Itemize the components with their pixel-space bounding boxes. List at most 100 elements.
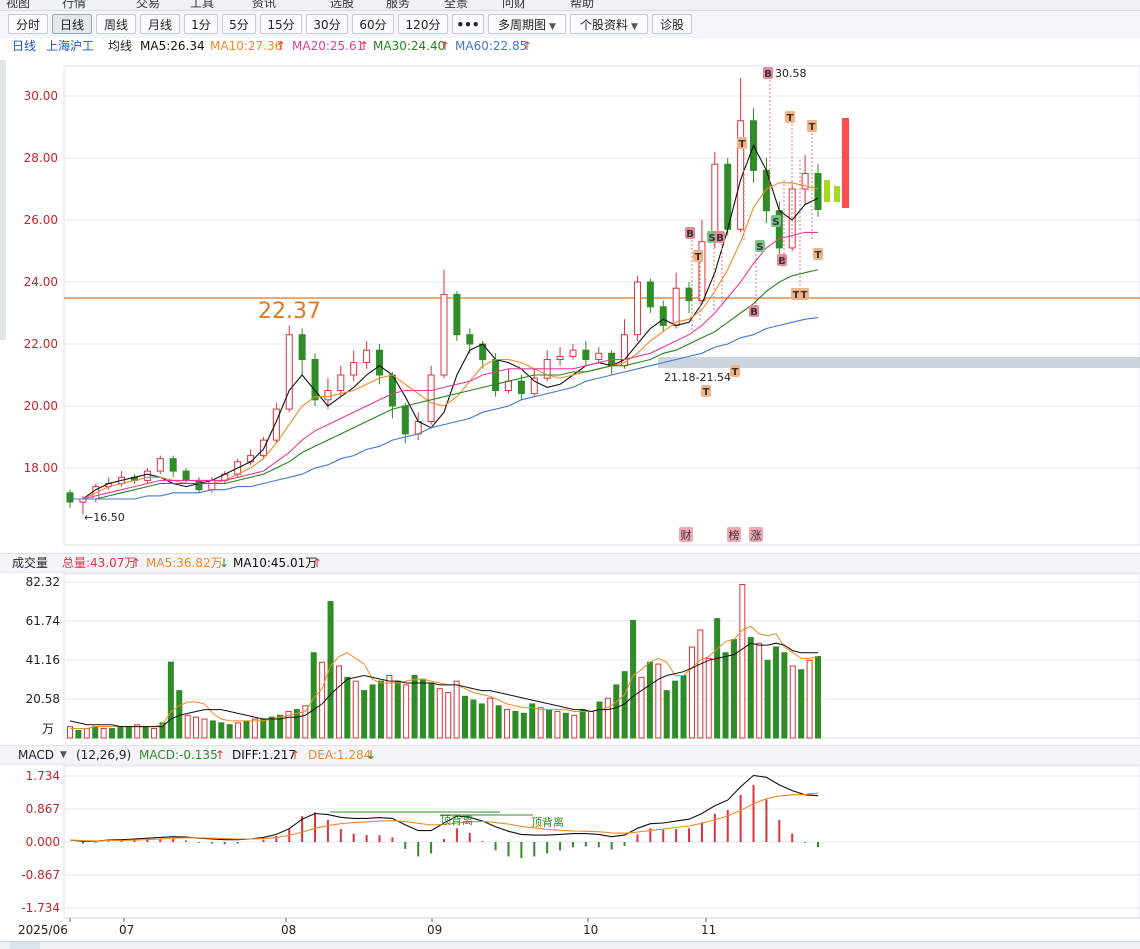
menu-item[interactable]: 视图 xyxy=(6,0,30,10)
price-tick-label: 28.00 xyxy=(24,151,58,165)
signal-letter: T xyxy=(809,122,816,133)
volume-bar xyxy=(504,709,511,739)
candle-body xyxy=(595,352,603,360)
ma30-value: MA30:24.40 xyxy=(373,39,446,53)
multi-period-dropdown[interactable]: 多周期图 ▼ xyxy=(488,14,566,34)
menu-item[interactable]: 交易 xyxy=(136,0,160,10)
stock-info-dropdown[interactable]: 个股资料 ▼ xyxy=(570,14,648,34)
menu-item[interactable]: 资讯 xyxy=(252,0,276,10)
candle-body xyxy=(247,455,255,463)
menu-item[interactable]: 帮助 xyxy=(570,0,594,10)
volume-bar xyxy=(100,728,107,739)
volume-bar xyxy=(167,661,174,739)
volume-bar xyxy=(218,722,225,739)
signal-marker xyxy=(807,120,817,132)
period-button-weekly[interactable]: 周线 xyxy=(96,14,136,34)
period-button-monthly[interactable]: 月线 xyxy=(140,14,180,34)
price-grid xyxy=(63,65,1140,546)
period-toolbar: 分时 日线 周线 月线 1分 5分 15分 30分 60分 120分 ••• 多… xyxy=(0,11,1140,38)
period-button-15min[interactable]: 15分 xyxy=(260,14,302,34)
menu-item[interactable]: 服务 xyxy=(386,0,410,10)
macd-value: MACD:-0.135 xyxy=(139,748,218,762)
signal-letter: T xyxy=(739,139,746,150)
dea-value: DEA:1.284 xyxy=(308,748,372,762)
kline-chart[interactable]: 30.00 28.00 26.00 24.00 22.00 20.00 18.00 22.3… xyxy=(0,0,1140,948)
event-tag xyxy=(749,527,763,542)
volume-bar xyxy=(277,714,284,739)
event-tag-label: 榜 xyxy=(729,528,740,542)
candle-body xyxy=(156,458,164,472)
volume-bar xyxy=(672,680,679,739)
volume-bar xyxy=(403,684,410,739)
volume-bar xyxy=(268,716,275,739)
signal-marker xyxy=(755,240,765,252)
candle-body xyxy=(775,210,783,249)
period-button-5min[interactable]: 5分 xyxy=(222,14,256,34)
signal-letter: S xyxy=(708,233,715,244)
candle-body xyxy=(221,473,229,481)
volume-bar xyxy=(310,652,317,739)
volume-bar xyxy=(251,718,258,739)
volume-bar xyxy=(764,659,771,739)
volume-bar xyxy=(92,726,99,739)
ma10-value: MA10:27.36 xyxy=(210,39,283,53)
candle-body xyxy=(672,287,680,326)
price-annotations: 22.37←16.5030.5821.18-21.54BTS BTTTBSBSBT… xyxy=(84,67,823,542)
signal-letter: S xyxy=(756,242,763,253)
candle-body xyxy=(698,241,706,302)
volume-bar xyxy=(756,642,763,739)
down-arrow-icon: ↓ xyxy=(366,748,377,762)
signal-letter: T xyxy=(732,367,739,378)
candle-body xyxy=(530,377,538,395)
candle-body xyxy=(621,334,629,367)
ma5-value: MA5:26.34 xyxy=(140,39,205,53)
volume-bar xyxy=(714,618,721,739)
volume-bar xyxy=(655,663,662,739)
candle-body xyxy=(143,470,151,481)
period-button-30min[interactable]: 30分 xyxy=(306,14,348,34)
period-button-intraday[interactable]: 分时 xyxy=(8,14,48,34)
menu-item[interactable]: 全景 xyxy=(444,0,468,10)
period-button-120min[interactable]: 120分 xyxy=(398,14,448,34)
candle-body xyxy=(234,461,242,475)
period-button-60min[interactable]: 60分 xyxy=(352,14,394,34)
event-tag xyxy=(727,527,741,542)
volume-bar xyxy=(159,722,166,739)
signal-letter: T xyxy=(787,113,794,124)
volume-bar xyxy=(184,714,191,739)
candle-body xyxy=(492,359,500,391)
volume-bar xyxy=(176,690,183,739)
menu-item[interactable]: 行情 xyxy=(62,0,86,10)
stock-name[interactable]: 上海沪工 xyxy=(46,38,94,54)
signal-marker xyxy=(707,231,717,243)
volume-grid: 82.32 61.74 41.16 20.58 万 xyxy=(26,573,1140,739)
macd-tick-label: 1.734 xyxy=(26,769,60,783)
volume-bar xyxy=(67,726,73,739)
menu-item[interactable]: 问财 xyxy=(502,0,526,10)
menu-item[interactable]: 工具 xyxy=(190,0,214,10)
menu-item[interactable]: 选股 xyxy=(330,0,354,10)
side-scroll-handle[interactable] xyxy=(0,60,6,340)
volume-bar xyxy=(361,690,368,739)
volume-bar xyxy=(680,674,687,739)
diagnose-button[interactable]: 诊股 xyxy=(652,14,692,34)
period-button-1min[interactable]: 1分 xyxy=(184,14,218,34)
macd-line xyxy=(69,774,819,842)
macd-indicator-selector[interactable]: MACD xyxy=(18,747,54,763)
price-legend: 日线 上海沪工 均线 MA5:26.34 MA10:27.36 ↑ MA20:2… xyxy=(0,38,1140,54)
volume-bar xyxy=(604,697,611,739)
ma60-value: MA60:22.85 xyxy=(455,39,528,53)
volume-total: 总量:43.07万 xyxy=(62,556,137,570)
volume-bar xyxy=(554,710,561,739)
candle-body xyxy=(466,334,474,345)
ma20-value: MA20:25.61 xyxy=(292,39,365,53)
volume-bar xyxy=(697,629,704,739)
macd-tick-label: -0.867 xyxy=(21,868,60,882)
candle-body xyxy=(543,359,551,379)
more-periods-button[interactable]: ••• xyxy=(452,14,484,34)
volume-bar xyxy=(588,710,595,739)
avg-line-label[interactable]: 均线 xyxy=(108,38,132,54)
volume-tick-label: 41.16 xyxy=(26,653,60,667)
volume-bar xyxy=(638,676,645,739)
period-button-daily[interactable]: 日线 xyxy=(52,14,92,34)
